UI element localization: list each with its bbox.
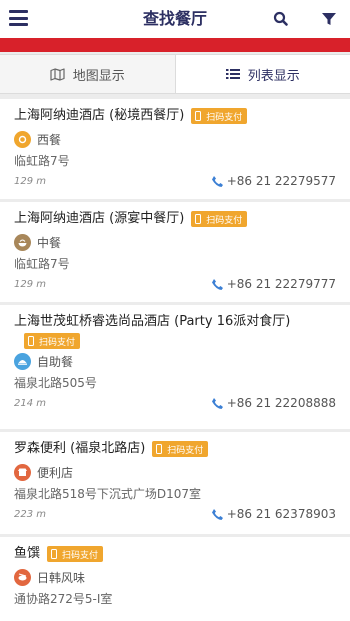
restaurant-list: 上海阿纳迪酒店 (秘境西餐厅) 扫码支付 西餐 临虹路7号 129 m +86 … xyxy=(0,96,350,621)
restaurant-name: 罗森便利 (福泉北路店) xyxy=(14,441,146,456)
list-item[interactable]: 上海世茂虹桥睿选尚品酒店 (Party 16派对食厅) 扫码支付 自助餐 福泉北… xyxy=(0,305,350,429)
scan-pay-label: 扫码支付 xyxy=(167,445,204,456)
scan-pay-badge[interactable]: 扫码支付 xyxy=(152,441,209,457)
category-label: 西餐 xyxy=(37,132,62,147)
address: 临虹路7号 xyxy=(14,257,70,271)
view-tabs: 地图显示 列表显示 xyxy=(0,54,350,94)
scan-pay-badge[interactable]: 扫码支付 xyxy=(47,546,104,562)
japanese-korean-food-icon xyxy=(14,568,31,586)
list-item[interactable]: 鱼馔 扫码支付 日韩风味 通协路272号5-I室 xyxy=(0,537,350,621)
phone-icon xyxy=(211,508,223,520)
distance: 223 m xyxy=(14,508,47,520)
list-item[interactable]: 上海阿纳迪酒店 (秘境西餐厅) 扫码支付 西餐 临虹路7号 129 m +86 … xyxy=(0,99,350,199)
distance: 129 m xyxy=(14,278,47,290)
address: 福泉北路505号 xyxy=(14,376,97,390)
list-icon xyxy=(225,69,240,79)
scan-pay-badge[interactable]: 扫码支付 xyxy=(191,211,248,227)
page-title: 查找餐厅 xyxy=(142,9,207,28)
address: 通协路272号5-I室 xyxy=(14,592,113,606)
category-label: 日韩风味 xyxy=(37,570,86,585)
phone-number: +86 21 62378903 xyxy=(226,507,336,521)
phone-scan-icon xyxy=(195,111,202,121)
tab-list[interactable]: 列表显示 xyxy=(174,55,350,93)
phone-link[interactable]: +86 21 22279777 xyxy=(211,277,336,291)
distance: 129 m xyxy=(14,175,47,187)
buffet-icon xyxy=(14,352,31,370)
accent-bar xyxy=(0,38,350,52)
phone-number: +86 21 22279577 xyxy=(226,174,336,188)
phone-scan-icon xyxy=(195,214,202,224)
phone-icon xyxy=(211,175,223,187)
address: 临虹路7号 xyxy=(14,154,70,168)
list-item[interactable]: 罗森便利 (福泉北路店) 扫码支付 便利店 福泉北路518号下沉式广场D107室… xyxy=(0,432,350,534)
tab-list-label: 列表显示 xyxy=(247,68,300,84)
phone-number: +86 21 22279777 xyxy=(226,277,336,291)
restaurant-name: 鱼馔 xyxy=(14,546,41,561)
tab-map-label: 地图显示 xyxy=(72,68,125,84)
map-icon xyxy=(50,67,65,81)
search-icon[interactable] xyxy=(272,10,290,28)
list-item[interactable]: 上海阿纳迪酒店 (源宴中餐厅) 扫码支付 中餐 临虹路7号 129 m +86 … xyxy=(0,202,350,302)
phone-link[interactable]: +86 21 22208888 xyxy=(211,396,336,410)
phone-scan-icon xyxy=(156,444,163,454)
restaurant-name: 上海阿纳迪酒店 (秘境西餐厅) xyxy=(14,108,185,123)
phone-number: +86 21 22208888 xyxy=(226,396,336,410)
distance: 214 m xyxy=(14,397,47,409)
category-label: 便利店 xyxy=(37,465,74,480)
restaurant-name: 上海阿纳迪酒店 (源宴中餐厅) xyxy=(14,211,185,226)
scan-pay-badge[interactable]: 扫码支付 xyxy=(24,333,81,349)
scan-pay-label: 扫码支付 xyxy=(206,112,243,123)
scan-pay-label: 扫码支付 xyxy=(206,215,243,226)
category-label: 自助餐 xyxy=(37,354,74,369)
store-icon xyxy=(14,463,31,481)
scan-pay-label: 扫码支付 xyxy=(39,337,76,348)
scan-pay-badge[interactable]: 扫码支付 xyxy=(191,108,248,124)
phone-scan-icon xyxy=(51,549,58,559)
phone-icon xyxy=(211,278,223,290)
phone-link[interactable]: +86 21 22279577 xyxy=(211,174,336,188)
tab-map[interactable]: 地图显示 xyxy=(0,55,175,93)
scan-pay-label: 扫码支付 xyxy=(62,550,99,561)
restaurant-name: 上海世茂虹桥睿选尚品酒店 (Party 16派对食厅) xyxy=(14,314,291,329)
western-food-icon xyxy=(14,130,31,148)
phone-link[interactable]: +86 21 62378903 xyxy=(211,507,336,521)
chinese-food-icon xyxy=(14,233,31,251)
category-label: 中餐 xyxy=(37,235,62,250)
phone-icon xyxy=(211,397,223,409)
top-bar: 查找餐厅 xyxy=(0,0,350,38)
filter-icon[interactable] xyxy=(320,10,338,28)
phone-scan-icon xyxy=(28,336,34,346)
address: 福泉北路518号下沉式广场D107室 xyxy=(14,487,202,501)
